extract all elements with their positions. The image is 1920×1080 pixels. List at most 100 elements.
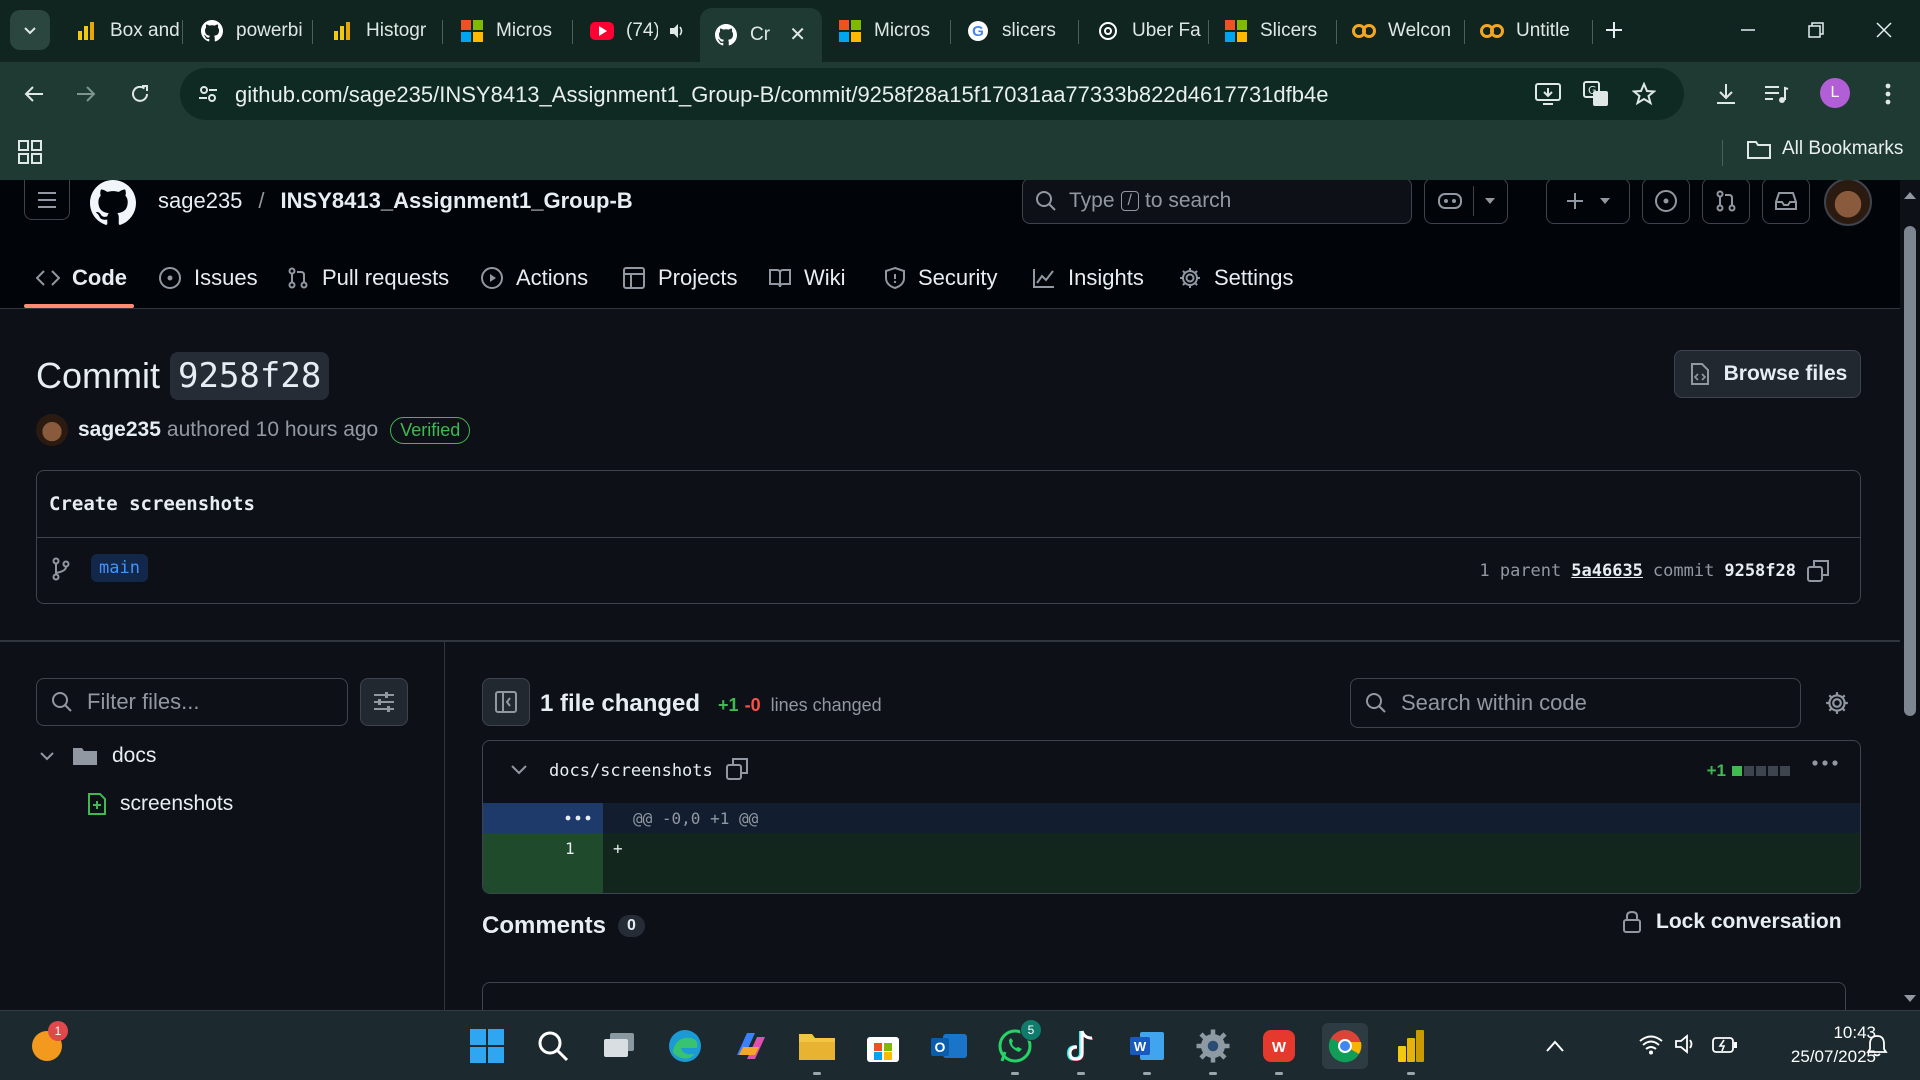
comment-box[interactable] bbox=[482, 982, 1846, 1010]
repo-name-link[interactable]: INSY8413_Assignment1_Group-B bbox=[281, 188, 633, 214]
wifi-icon[interactable] bbox=[1638, 1033, 1664, 1055]
profile-avatar[interactable]: L bbox=[1820, 78, 1850, 108]
browser-menu-icon[interactable] bbox=[1870, 76, 1906, 112]
repo-owner-link[interactable]: sage235 bbox=[158, 188, 242, 214]
verified-badge[interactable]: Verified bbox=[390, 416, 471, 444]
tab-youtube[interactable]: (74) bbox=[576, 8, 686, 54]
browse-files-button[interactable]: Browse files bbox=[1674, 350, 1861, 398]
scroll-up-icon[interactable] bbox=[1900, 186, 1920, 206]
filter-options-button[interactable] bbox=[360, 678, 408, 726]
parent-sha-link[interactable]: 5a46635 bbox=[1571, 561, 1643, 581]
word-app[interactable]: W bbox=[1124, 1023, 1170, 1075]
expand-hunk-button[interactable] bbox=[483, 803, 603, 833]
filter-files-input[interactable]: Filter files... bbox=[36, 678, 348, 726]
all-bookmarks-button[interactable]: All Bookmarks bbox=[1746, 138, 1903, 160]
copilot-app[interactable] bbox=[728, 1023, 774, 1069]
scroll-down-icon[interactable] bbox=[1900, 988, 1920, 1008]
speaker-icon[interactable] bbox=[668, 22, 686, 40]
author-link[interactable]: sage235 bbox=[78, 418, 161, 442]
menu-button[interactable] bbox=[24, 180, 70, 220]
page-scrollbar[interactable] bbox=[1900, 180, 1920, 1010]
tab-powerbi[interactable]: powerbi bbox=[186, 8, 310, 54]
tab-code[interactable]: Code bbox=[36, 258, 127, 298]
outlook-app[interactable]: O bbox=[926, 1023, 972, 1069]
tab-pull-requests[interactable]: Pull requests bbox=[286, 258, 449, 298]
minimize-button[interactable] bbox=[1728, 12, 1768, 48]
issues-button[interactable] bbox=[1642, 180, 1690, 224]
tree-folder-docs[interactable]: docs bbox=[38, 744, 156, 768]
battery-icon[interactable] bbox=[1712, 1033, 1738, 1055]
bookmark-star-icon[interactable] bbox=[1630, 80, 1658, 108]
show-hidden-icons-button[interactable] bbox=[1532, 1023, 1578, 1069]
line-number[interactable]: 1 bbox=[565, 839, 575, 858]
volume-icon[interactable] bbox=[1674, 1033, 1698, 1055]
tab-slicers-google[interactable]: G slicers bbox=[952, 8, 1076, 54]
tab-active-commit[interactable]: Cr ✕ bbox=[700, 8, 822, 62]
tiktok-app[interactable] bbox=[1058, 1023, 1104, 1075]
notification-bell-icon[interactable] bbox=[1866, 1033, 1888, 1057]
github-logo-icon[interactable] bbox=[90, 180, 136, 226]
start-button[interactable] bbox=[464, 1023, 510, 1069]
settings-app[interactable] bbox=[1190, 1023, 1236, 1075]
chevron-down-icon[interactable] bbox=[509, 759, 529, 779]
back-button[interactable] bbox=[12, 72, 56, 116]
tab-untitled[interactable]: Untitle bbox=[1466, 8, 1590, 54]
search-button[interactable] bbox=[530, 1023, 576, 1069]
tab-settings[interactable]: Settings bbox=[1178, 258, 1294, 298]
new-tab-button[interactable] bbox=[1594, 12, 1634, 48]
forward-button[interactable] bbox=[64, 72, 108, 116]
file-explorer-app[interactable] bbox=[794, 1023, 840, 1075]
copy-icon[interactable] bbox=[1806, 559, 1830, 583]
search-within-code-input[interactable]: Search within code bbox=[1350, 678, 1801, 728]
task-view-button[interactable] bbox=[596, 1023, 642, 1069]
create-new-button[interactable] bbox=[1546, 180, 1630, 224]
branch-label[interactable]: main bbox=[91, 554, 148, 582]
diff-settings-icon[interactable] bbox=[1824, 690, 1850, 716]
tab-welcome[interactable]: Welcon bbox=[1338, 8, 1462, 54]
pull-requests-button[interactable] bbox=[1702, 180, 1750, 224]
diff-file-path[interactable]: docs/screenshots bbox=[549, 761, 713, 781]
clock[interactable]: 10:43 25/07/2025 bbox=[1756, 1021, 1876, 1069]
tab-actions[interactable]: Actions bbox=[480, 258, 588, 298]
user-avatar[interactable] bbox=[1824, 180, 1872, 226]
reload-button[interactable] bbox=[118, 72, 162, 116]
global-search-input[interactable]: Type / to search bbox=[1022, 180, 1412, 224]
edge-app[interactable] bbox=[662, 1023, 708, 1069]
tab-slicers-ms[interactable]: Slicers bbox=[1210, 8, 1334, 54]
copy-path-icon[interactable] bbox=[725, 757, 749, 781]
lock-conversation-button[interactable]: Lock conversation bbox=[1622, 910, 1842, 934]
tab-projects[interactable]: Projects bbox=[622, 258, 737, 298]
tab-histogram[interactable]: Histogr bbox=[316, 8, 440, 54]
tab-search-button[interactable] bbox=[10, 10, 50, 50]
downloads-icon[interactable] bbox=[1708, 76, 1744, 112]
tab-insights[interactable]: Insights bbox=[1032, 258, 1144, 298]
translate-icon[interactable]: G bbox=[1582, 80, 1610, 108]
tab-microsoft-1[interactable]: Micros bbox=[446, 8, 570, 54]
author-avatar[interactable] bbox=[36, 414, 68, 446]
tab-microsoft-2[interactable]: Micros bbox=[824, 8, 948, 54]
tab-box-and[interactable]: Box and bbox=[60, 8, 180, 54]
tab-wiki[interactable]: Wiki bbox=[768, 258, 846, 298]
tree-file-screenshots[interactable]: screenshots bbox=[86, 792, 233, 816]
close-window-button[interactable] bbox=[1864, 12, 1904, 48]
restore-button[interactable] bbox=[1796, 12, 1836, 48]
inbox-button[interactable] bbox=[1762, 180, 1810, 224]
tab-uber[interactable]: Uber Fa bbox=[1082, 8, 1206, 54]
kebab-menu-icon[interactable] bbox=[1812, 759, 1838, 767]
close-tab-icon[interactable]: ✕ bbox=[789, 22, 806, 47]
copilot-button[interactable] bbox=[1424, 180, 1508, 224]
weather-widget[interactable]: 1 bbox=[24, 1021, 70, 1069]
wps-app[interactable]: W bbox=[1256, 1023, 1302, 1075]
toggle-file-tree-button[interactable] bbox=[482, 678, 530, 726]
media-controls-icon[interactable] bbox=[1758, 76, 1794, 112]
powerbi-app[interactable] bbox=[1388, 1023, 1434, 1075]
install-app-icon[interactable] bbox=[1534, 80, 1562, 108]
whatsapp-app[interactable]: 5 bbox=[992, 1019, 1042, 1075]
tab-issues[interactable]: Issues bbox=[158, 258, 258, 298]
site-info-icon[interactable] bbox=[194, 80, 222, 108]
scrollbar-thumb[interactable] bbox=[1904, 226, 1916, 716]
microsoft-store-app[interactable] bbox=[860, 1023, 906, 1069]
tab-security[interactable]: Security bbox=[884, 258, 997, 298]
address-bar[interactable]: github.com/sage235/INSY8413_Assignment1_… bbox=[180, 68, 1684, 120]
apps-grid-icon[interactable] bbox=[18, 140, 42, 164]
